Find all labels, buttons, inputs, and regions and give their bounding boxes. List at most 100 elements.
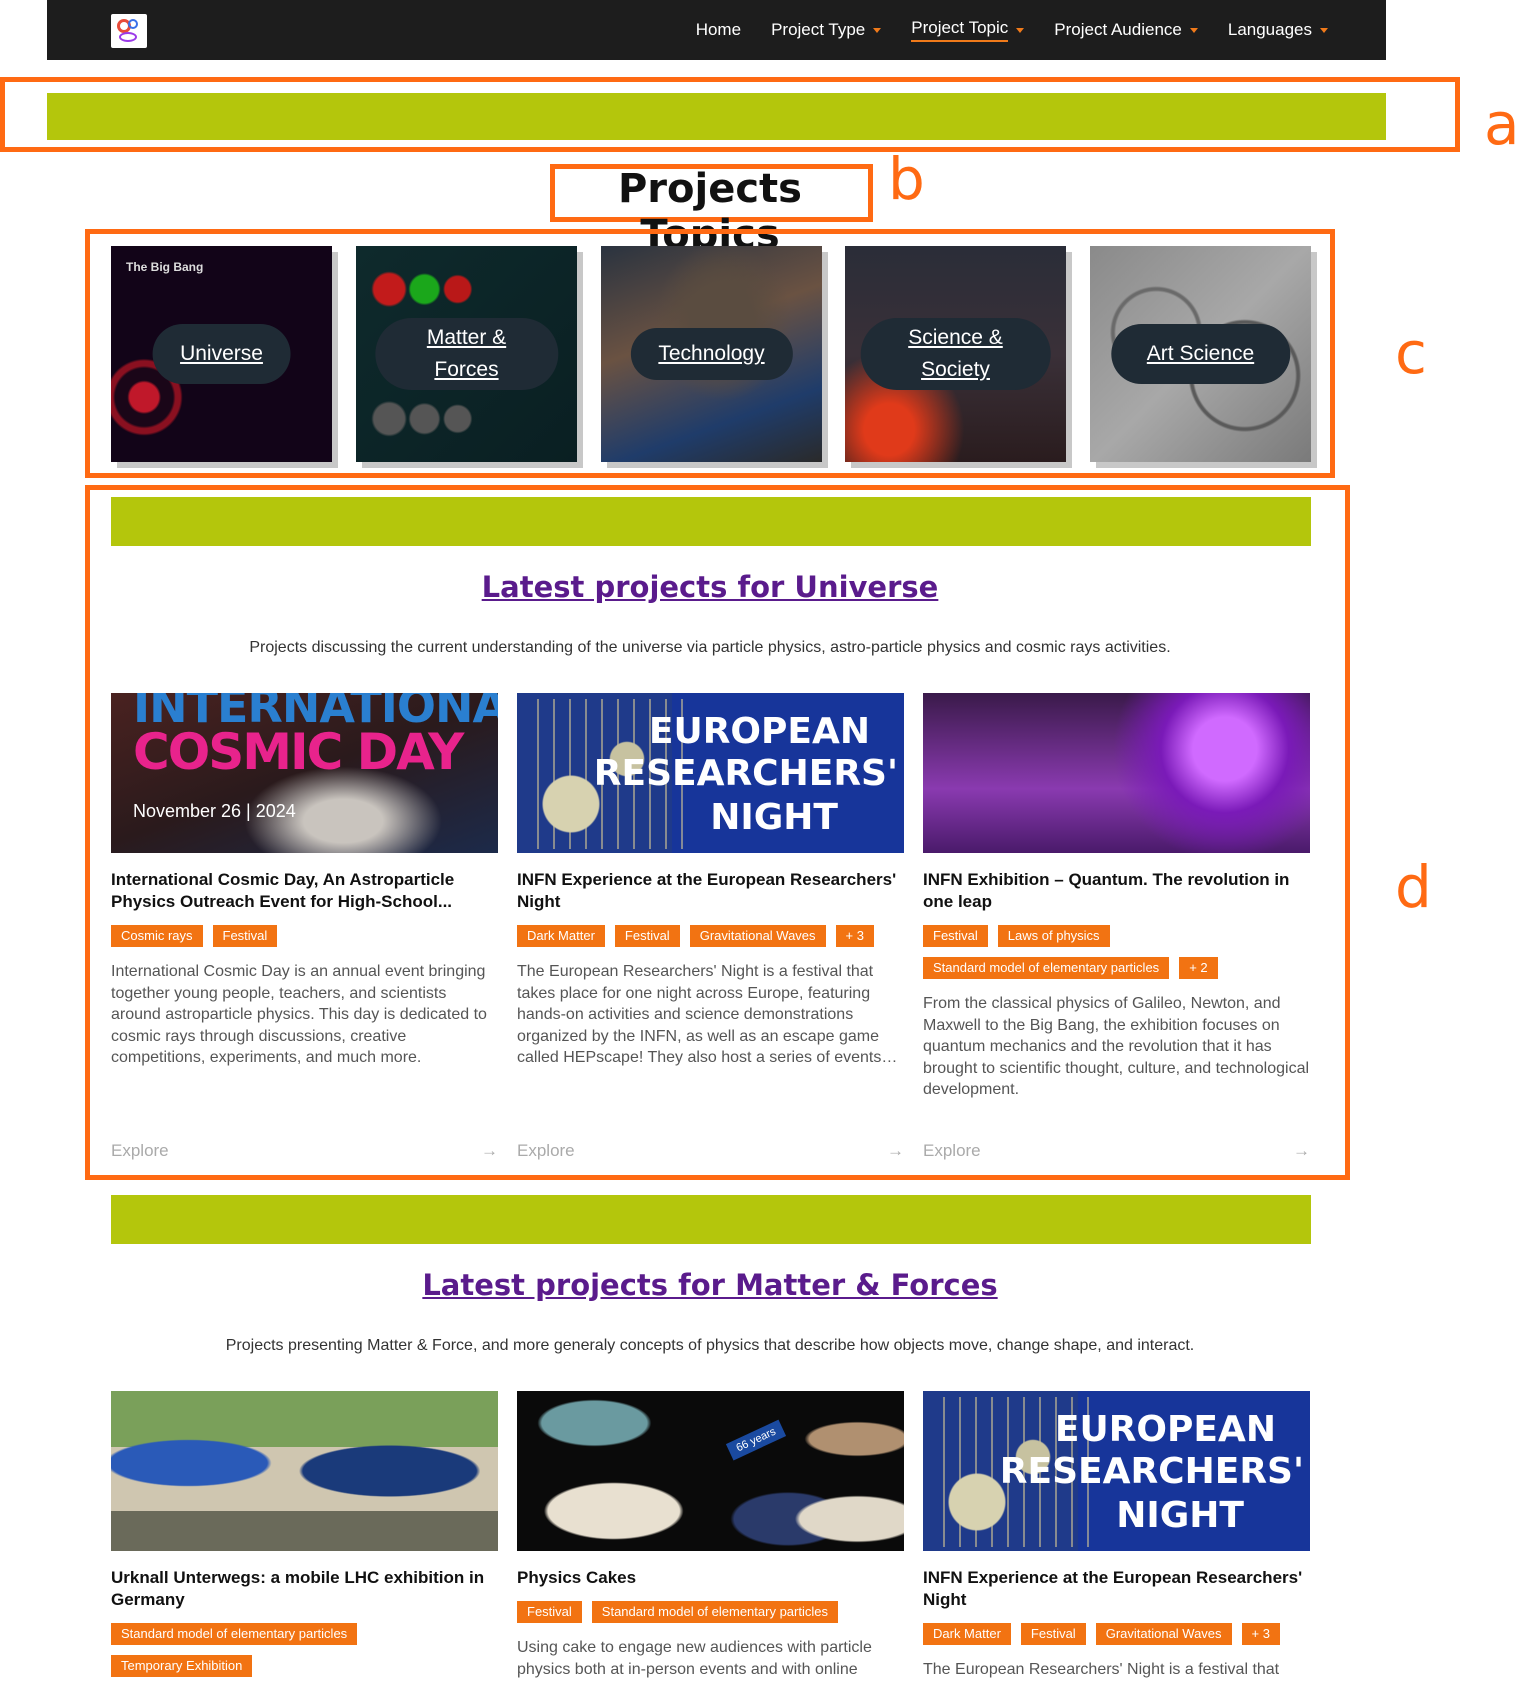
topic-card-science-society[interactable]: Science & Society xyxy=(845,246,1066,462)
project-image: EUROPEAN RESEARCHERS' NIGHT xyxy=(923,1391,1310,1551)
tag[interactable]: Festival xyxy=(517,1601,582,1623)
project-image xyxy=(111,1391,498,1551)
project-image: 66 years xyxy=(517,1391,904,1551)
topic-link-art-science[interactable]: Art Science xyxy=(1110,324,1291,384)
tag[interactable]: Standard model of elementary particles xyxy=(111,1623,358,1645)
project-description: The European Researchers' Night is a fes… xyxy=(923,1661,1280,1678)
nav-project-audience-label: Project Audience xyxy=(1054,20,1182,39)
topic-label: Art Science xyxy=(1146,342,1255,365)
project-image xyxy=(923,693,1310,853)
project-image: INTERNATIONAL COSMIC DAY November 26 | 2… xyxy=(111,693,498,853)
nav-home-label: Home xyxy=(695,20,742,39)
image-text-line1: EUROPEAN xyxy=(648,711,870,752)
tag[interactable]: Standard model of elementary particles xyxy=(923,957,1170,979)
tag-list: Dark Matter Festival Gravitational Waves… xyxy=(923,1623,1310,1645)
nav-languages-label: Languages xyxy=(1227,20,1312,39)
topic-link-universe[interactable]: Universe xyxy=(152,324,291,384)
image-text-line2: COSMIC DAY xyxy=(133,723,464,781)
section-banner-bar xyxy=(111,1195,1311,1244)
tag-more[interactable]: + 3 xyxy=(835,925,874,947)
project-card[interactable]: EUROPEAN RESEARCHERS' NIGHT INFN Experie… xyxy=(923,1391,1310,1681)
tag-list: Festival Laws of physics Standard model … xyxy=(923,925,1310,979)
topic-label: Matter & xyxy=(426,326,507,349)
site-logo[interactable] xyxy=(111,14,147,48)
project-title[interactable]: INFN Exhibition – Quantum. The revolutio… xyxy=(923,869,1310,913)
arrow-right-icon: → xyxy=(1293,1141,1310,1160)
project-title[interactable]: International Cosmic Day, An Astropartic… xyxy=(111,869,498,913)
section-description-matter-forces: Projects presenting Matter & Force, and … xyxy=(225,1337,1195,1354)
image-text-line3: NIGHT xyxy=(1116,1495,1244,1536)
tag-list: Dark Matter Festival Gravitational Waves… xyxy=(517,925,904,947)
topic-link-technology[interactable]: Technology xyxy=(630,328,793,380)
nav-languages[interactable]: Languages xyxy=(1228,20,1328,40)
topic-card-matter-forces[interactable]: Matter & Forces xyxy=(356,246,577,462)
tag[interactable]: Festival xyxy=(212,925,278,947)
topic-label-line2: Society xyxy=(921,358,990,381)
project-description: International Cosmic Day is an annual ev… xyxy=(111,963,487,1066)
project-card[interactable]: INTERNATIONAL COSMIC DAY November 26 | 2… xyxy=(111,693,498,1069)
explore-link[interactable]: Explore → xyxy=(111,1141,498,1161)
project-title[interactable]: Physics Cakes xyxy=(517,1567,904,1589)
project-image: EUROPEAN RESEARCHERS' NIGHT xyxy=(517,693,904,853)
explore-link[interactable]: Explore → xyxy=(517,1141,904,1161)
caret-down-icon xyxy=(1016,27,1025,33)
image-text-line1: EUROPEAN xyxy=(1054,1409,1276,1450)
tag[interactable]: Gravitational Waves xyxy=(1095,1623,1232,1645)
project-description: The European Researchers' Night is a fes… xyxy=(517,963,898,1066)
top-navbar: Home Project Type Project Topic Project … xyxy=(47,0,1386,60)
nav-project-topic[interactable]: Project Topic xyxy=(911,18,1025,42)
tag[interactable]: Festival xyxy=(1020,1623,1086,1645)
arrow-right-icon: → xyxy=(481,1141,498,1160)
project-title[interactable]: INFN Experience at the European Research… xyxy=(517,869,904,913)
image-text-line2: RESEARCHERS' xyxy=(593,753,898,794)
nav-project-type-label: Project Type xyxy=(771,20,866,39)
tag[interactable]: Dark Matter xyxy=(517,925,605,947)
topic-card-universe[interactable]: The Big Bang Universe xyxy=(111,246,332,462)
section-title-matter-forces[interactable]: Latest projects for Matter & Forces xyxy=(110,1268,1310,1302)
project-card[interactable]: EUROPEAN RESEARCHERS' NIGHT INFN Experie… xyxy=(517,693,904,1069)
explore-label: Explore xyxy=(923,1141,981,1160)
topic-card-technology[interactable]: Technology xyxy=(601,246,822,462)
tag-list: Festival Standard model of elementary pa… xyxy=(517,1601,904,1623)
explore-label: Explore xyxy=(517,1141,575,1160)
topic-card-art-science[interactable]: Art Science xyxy=(1090,246,1311,462)
project-card[interactable]: Urknall Unterwegs: a mobile LHC exhibiti… xyxy=(111,1391,498,1677)
logo-circle-blue xyxy=(128,19,138,29)
section-description-universe: Projects discussing the current understa… xyxy=(249,639,1171,656)
tag-more[interactable]: + 3 xyxy=(1241,1623,1280,1645)
arrow-right-icon: → xyxy=(887,1141,904,1160)
section-banner-bar xyxy=(111,497,1311,546)
tag[interactable]: Temporary Exhibition xyxy=(111,1655,253,1677)
tag[interactable]: Gravitational Waves xyxy=(689,925,826,947)
nav-project-topic-label: Project Topic xyxy=(911,18,1009,42)
tag[interactable]: Standard model of elementary particles xyxy=(591,1601,838,1623)
tag[interactable]: Cosmic rays xyxy=(111,925,203,947)
project-card[interactable]: INFN Exhibition – Quantum. The revolutio… xyxy=(923,693,1310,1101)
topic-link-matter-forces[interactable]: Matter & Forces xyxy=(374,318,559,390)
annotation-label-b: b xyxy=(888,145,925,213)
project-title[interactable]: Urknall Unterwegs: a mobile LHC exhibiti… xyxy=(111,1567,498,1611)
nav-project-audience[interactable]: Project Audience xyxy=(1054,20,1198,40)
project-description: Using cake to engage new audiences with … xyxy=(517,1639,872,1678)
topic-label-line2: Forces xyxy=(434,358,499,381)
topic-link-science-society[interactable]: Science & Society xyxy=(860,318,1051,390)
project-title[interactable]: INFN Experience at the European Research… xyxy=(923,1567,1310,1611)
nav-project-type[interactable]: Project Type xyxy=(771,20,882,40)
explore-link[interactable]: Explore → xyxy=(923,1141,1310,1161)
annotation-label-a: a xyxy=(1484,90,1516,158)
topic-label: Science & xyxy=(908,326,1003,349)
nav-home[interactable]: Home xyxy=(696,20,741,40)
tag[interactable]: Festival xyxy=(614,925,680,947)
tag-list: Standard model of elementary particles T… xyxy=(111,1623,498,1677)
tag[interactable]: Laws of physics xyxy=(997,925,1110,947)
image-text-line3: NIGHT xyxy=(710,797,838,838)
explore-label: Explore xyxy=(111,1141,169,1160)
tag[interactable]: Festival xyxy=(923,925,988,947)
project-description: From the classical physics of Galileo, N… xyxy=(923,995,1310,1098)
project-card[interactable]: 66 years Physics Cakes Festival Standard… xyxy=(517,1391,904,1680)
tag[interactable]: Dark Matter xyxy=(923,1623,1011,1645)
topic-label: Technology xyxy=(658,342,765,365)
tag-more[interactable]: + 2 xyxy=(1179,957,1218,979)
section-title-universe[interactable]: Latest projects for Universe xyxy=(110,570,1310,604)
annotation-label-d: d xyxy=(1395,853,1432,921)
